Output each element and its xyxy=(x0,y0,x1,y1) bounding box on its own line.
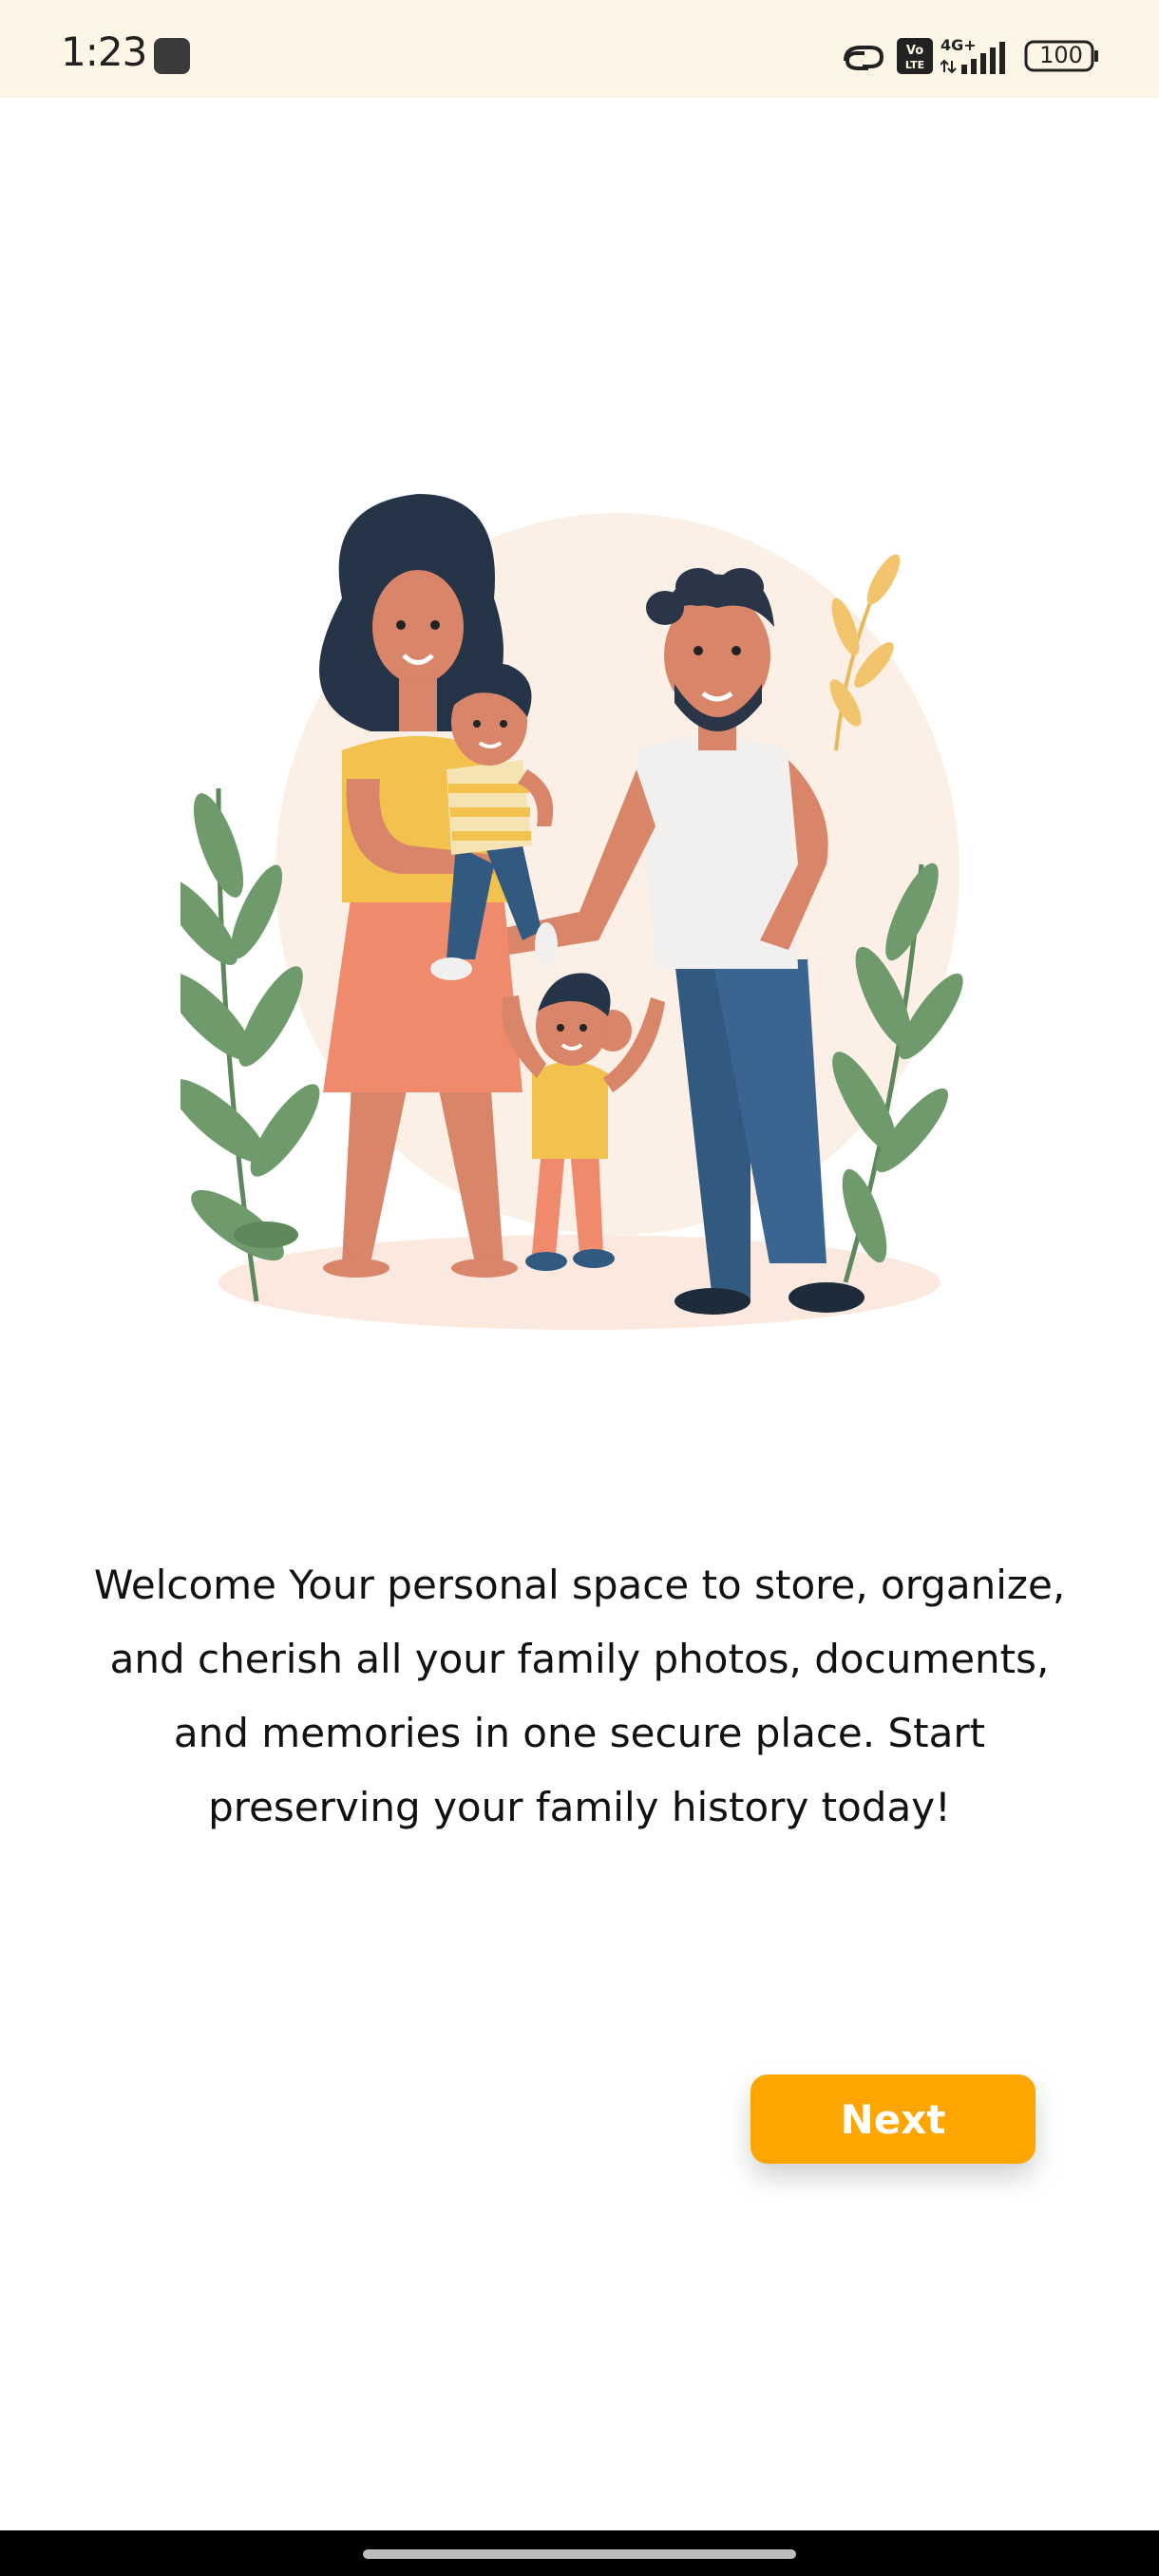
family-illustration xyxy=(180,494,963,1330)
next-button[interactable]: Next xyxy=(750,2074,1036,2164)
svg-text:4G+: 4G+ xyxy=(940,36,977,54)
link-icon xyxy=(844,46,884,70)
status-bar: 1:23 Vo LTE 4G+ 100 xyxy=(0,0,1159,98)
status-time: 1:23 xyxy=(61,28,147,75)
battery-level: 100 xyxy=(1039,42,1083,68)
navigation-bar xyxy=(0,2530,1159,2576)
welcome-message: Welcome Your personal space to store, or… xyxy=(93,1562,1066,1830)
svg-text:LTE: LTE xyxy=(905,59,924,71)
4g-signal-icon: 4G+ xyxy=(940,36,1005,74)
home-indicator[interactable] xyxy=(363,2549,796,2559)
volte-icon: Vo LTE xyxy=(897,38,933,74)
svg-text:Vo: Vo xyxy=(906,44,923,58)
app-notification-icon xyxy=(154,38,190,74)
